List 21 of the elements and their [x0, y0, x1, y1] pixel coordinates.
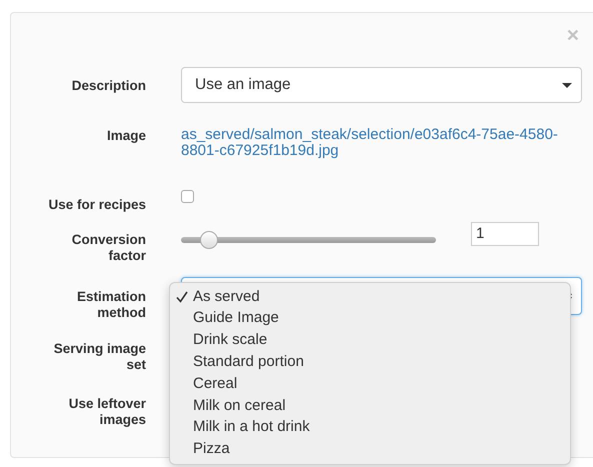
dropdown-option[interactable]: Milk in a hot drink — [170, 416, 570, 439]
dropdown-option[interactable]: Drink scale — [170, 330, 570, 352]
caret-icon — [562, 82, 572, 88]
field-label: Image — [106, 128, 146, 144]
field-label: Conversion factor — [70, 232, 146, 264]
dropdown-option[interactable]: Pizza — [170, 438, 570, 460]
slider-thumb[interactable] — [200, 231, 218, 249]
field-label: Description — [72, 78, 146, 94]
dropdown-option[interactable]: Milk on cereal — [170, 394, 570, 417]
dropdown-option[interactable]: As served — [170, 286, 570, 308]
dropdown-option[interactable]: Standard portion — [170, 351, 570, 374]
image-link[interactable]: as_served/salmon_steak/selection/e03af6c4-75ae-4580-8801-c67925f1b19d.jpg — [181, 127, 582, 159]
number-field[interactable]: 1 — [471, 222, 539, 246]
checkbox[interactable] — [181, 190, 194, 203]
field-label: Estimation method — [76, 289, 146, 321]
field-label: Use for recipes — [48, 197, 146, 213]
dropdown-option[interactable]: Guide Image — [170, 308, 570, 330]
dropdown-option[interactable]: Cereal — [170, 373, 570, 395]
select-field[interactable]: Use an image — [181, 67, 582, 103]
field-label: Serving image set — [52, 341, 146, 373]
field-label: Use leftover images — [68, 396, 146, 428]
